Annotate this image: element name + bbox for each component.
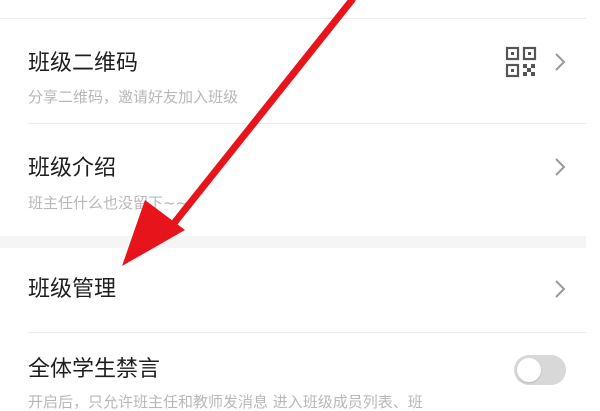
mute-all-title: 全体学生禁言 — [28, 357, 161, 382]
class-intro-row[interactable]: 班级介绍 班主任什么也没留下~~ — [0, 124, 586, 236]
mute-all-subtitle: 开启后，只允许班主任和教师发消息 进入班级成员列表、班 — [28, 393, 423, 411]
class-settings-screen: 班级二维码 分享二维码，邀请好友加入班级 班级介绍 班主任什么也没留下~~ 班级… — [0, 0, 600, 411]
toggle-knob — [517, 358, 541, 382]
class-manage-title: 班级管理 — [28, 277, 117, 302]
section-separator — [0, 236, 586, 248]
qr-code-icon — [505, 46, 537, 78]
chevron-right-icon — [555, 280, 566, 298]
mute-all-students-row: 全体学生禁言 开启后，只允许班主任和教师发消息 进入班级成员列表、班 — [0, 333, 586, 411]
class-intro-subtitle: 班主任什么也没留下~~ — [28, 194, 189, 212]
chevron-right-icon — [555, 158, 566, 176]
mute-all-toggle[interactable] — [514, 355, 566, 385]
class-qr-row[interactable]: 班级二维码 分享二维码，邀请好友加入班级 — [0, 19, 586, 123]
class-manage-row[interactable]: 班级管理 — [0, 248, 586, 332]
class-qr-title: 班级二维码 — [28, 51, 139, 76]
chevron-right-icon — [555, 53, 566, 71]
screen-edge — [586, 0, 600, 411]
class-intro-title: 班级介绍 — [28, 156, 117, 181]
class-qr-subtitle: 分享二维码，邀请好友加入班级 — [28, 88, 239, 106]
